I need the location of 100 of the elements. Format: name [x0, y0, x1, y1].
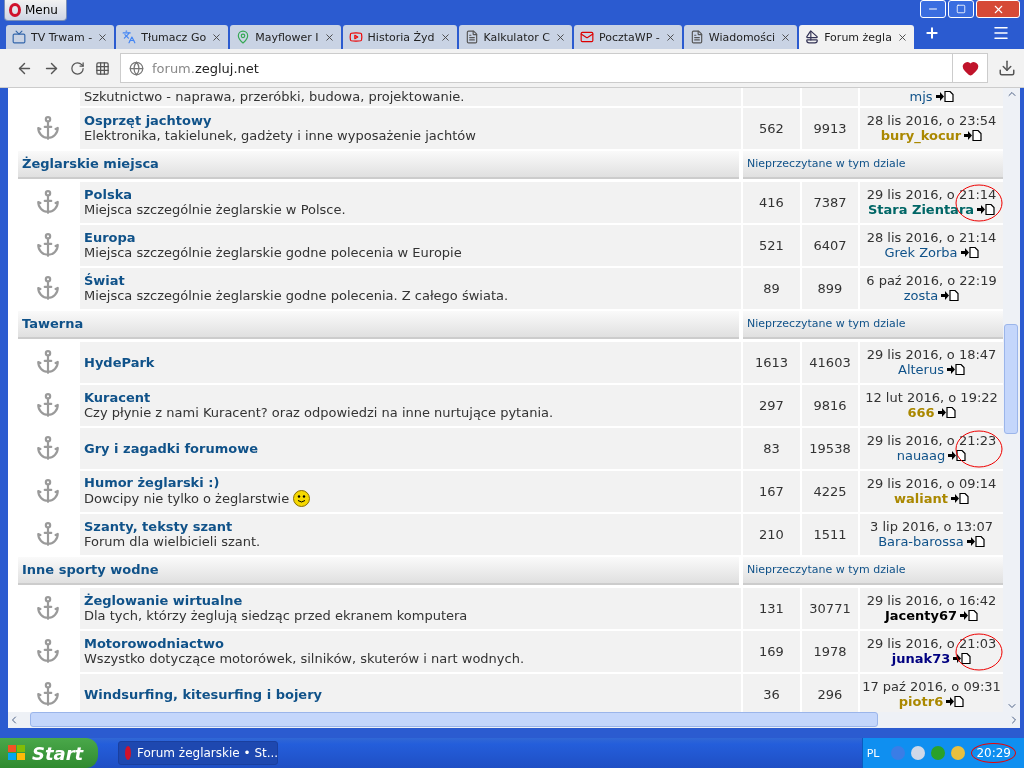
username-link[interactable]: junak73 — [891, 651, 951, 667]
last-post-date: 17 paź 2016, o 09:31 — [862, 679, 1001, 695]
arrow-page-icon[interactable] — [960, 247, 979, 259]
url-text: forum.zegluj.net — [152, 60, 259, 76]
reload-button[interactable] — [70, 60, 85, 76]
forum-link[interactable]: Gry i zagadki forumowe — [84, 440, 258, 456]
last-post-date: 29 lis 2016, o 18:47 — [866, 347, 997, 363]
unread-link[interactable]: Nieprzeczytane w tym dziale — [747, 157, 906, 171]
last-post-date: 28 lis 2016, o 21:14 — [866, 230, 997, 246]
arrow-page-icon[interactable] — [948, 450, 967, 462]
username-link[interactable]: Jacenty67 — [884, 608, 958, 624]
forum-link[interactable]: Osprzęt jachtowy — [84, 113, 212, 129]
scroll-thumb[interactable] — [1004, 323, 1018, 434]
topics-count: 297 — [759, 397, 784, 413]
posts-count: 30771 — [809, 600, 851, 616]
browser-tab[interactable]: PocztaWP - — [573, 25, 682, 50]
forum-link[interactable]: Windsurfing, kitesurfing i bojery — [84, 686, 323, 702]
username-link[interactable]: mjs — [909, 89, 933, 105]
close-tab-icon[interactable] — [323, 31, 335, 43]
forum-link[interactable]: Polska — [84, 187, 133, 203]
forum-description: Dla tych, którzy żeglują siedząc przed ekranem komputera — [84, 608, 468, 624]
topics-count: 36 — [763, 686, 780, 702]
browser-tab[interactable]: TV Trwam - — [6, 25, 115, 50]
menu-button[interactable]: Menu — [4, 0, 67, 21]
globe-icon — [129, 60, 144, 76]
username-link[interactable]: Grek Zorba — [884, 245, 958, 261]
category-title[interactable]: Żeglarskie miejsca — [22, 156, 159, 172]
anchor-icon — [35, 189, 61, 216]
close-button[interactable] — [976, 0, 1020, 18]
arrow-page-icon[interactable] — [937, 407, 956, 419]
close-tab-icon[interactable] — [97, 31, 109, 43]
topics-count: 1613 — [754, 354, 789, 370]
vertical-scrollbar[interactable] — [1003, 87, 1020, 712]
browser-tab[interactable]: Forum żegla — [799, 25, 914, 50]
forum-link[interactable]: Kuracent — [84, 390, 151, 406]
topics-count: 131 — [759, 600, 784, 616]
page-icon — [689, 30, 704, 45]
close-tab-icon[interactable] — [554, 31, 566, 43]
forum-link[interactable]: Europa — [84, 230, 136, 246]
address-field[interactable]: forum.zegluj.net — [120, 53, 988, 83]
browser-tab[interactable]: Kalkulator C — [458, 25, 572, 50]
scroll-thumb[interactable] — [30, 712, 878, 728]
arrow-page-icon[interactable] — [941, 290, 960, 302]
arrow-page-icon[interactable] — [935, 91, 954, 103]
forum-link[interactable]: Świat — [84, 273, 125, 289]
unread-link[interactable]: Nieprzeczytane w tym dziale — [747, 317, 906, 331]
username-link[interactable]: nauaag — [896, 448, 946, 464]
forum-link[interactable]: Motorowodniactwo — [84, 636, 224, 652]
close-tab-icon[interactable] — [211, 31, 223, 43]
anchor-icon — [35, 478, 61, 505]
topics-count: 89 — [763, 280, 780, 296]
forum-description: Czy płynie z nami Kuracent? oraz odpowiedzi na inne nurtujące pytania. — [84, 405, 554, 421]
last-post-date: 29 lis 2016, o 16:42 — [866, 593, 997, 609]
last-post-date: 6 paź 2016, o 22:19 — [866, 273, 997, 289]
tab-title: Mayflower I — [255, 30, 319, 44]
arrow-page-icon[interactable] — [953, 653, 972, 665]
anchor-icon — [35, 392, 61, 419]
tab-title: TV Trwam - — [31, 30, 93, 44]
arrow-page-icon[interactable] — [964, 130, 983, 142]
arrow-page-icon[interactable] — [977, 204, 996, 216]
forum-description: Miejsca szczególnie żeglarskie godne polecenia w Europie — [84, 245, 462, 261]
forum-description: Wszystko dotyczące motorówek, silników, skuterów i nart wodnych. — [84, 651, 525, 667]
category-title[interactable]: Tawerna — [22, 316, 84, 332]
username-link[interactable]: Alterus — [898, 362, 944, 378]
forum-link[interactable]: Humor żeglarski :) — [84, 475, 220, 491]
start-button[interactable]: Start — [0, 738, 98, 768]
maximize-button[interactable] — [948, 0, 974, 18]
browser-tab[interactable]: Wiadomości — [683, 25, 798, 50]
topics-count: 562 — [759, 120, 784, 136]
arrow-page-icon[interactable] — [966, 536, 985, 548]
unread-link[interactable]: Nieprzeczytane w tym dziale — [747, 563, 906, 577]
arrow-page-icon[interactable] — [950, 493, 969, 505]
arrow-page-icon[interactable] — [946, 364, 965, 376]
browser-tab[interactable]: Tłumacz Go — [116, 25, 229, 50]
browser-tab[interactable]: Mayflower I — [230, 25, 341, 50]
forum-description: Miejsca szczególnie żeglarskie w Polsce. — [84, 202, 346, 218]
last-post-date: 12 lut 2016, o 19:22 — [865, 390, 998, 406]
translate-icon — [122, 30, 137, 45]
forum-link[interactable]: Szanty, teksty szant — [84, 519, 233, 535]
username-link[interactable]: Bara-barossa — [878, 534, 964, 550]
forum-link[interactable]: Żeglowanie wirtualne — [84, 593, 243, 609]
posts-count: 9913 — [813, 120, 847, 136]
close-tab-icon[interactable] — [439, 31, 451, 43]
browser-tab[interactable]: Historia Żyd — [342, 25, 457, 50]
username-link[interactable]: zosta — [903, 288, 939, 304]
minimize-button[interactable] — [920, 0, 946, 18]
arrow-page-icon[interactable] — [960, 610, 979, 622]
close-tab-icon[interactable] — [896, 31, 908, 43]
speed-dial-button[interactable] — [95, 60, 110, 76]
arrow-page-icon[interactable] — [946, 696, 965, 708]
close-tab-icon[interactable] — [664, 31, 676, 43]
close-tab-icon[interactable] — [780, 31, 792, 43]
windows-logo-icon — [8, 745, 26, 761]
download-button[interactable] — [998, 59, 1016, 77]
heart-icon[interactable] — [961, 59, 979, 77]
taskbar-task[interactable]: Forum żeglarskie • St... — [118, 741, 278, 765]
category-title[interactable]: Inne sporty wodne — [22, 562, 159, 578]
last-post-date: 29 lis 2016, o 21:14 — [866, 187, 997, 203]
forum-link[interactable]: HydePark — [84, 354, 155, 370]
tab-title: Tłumacz Go — [141, 30, 207, 44]
